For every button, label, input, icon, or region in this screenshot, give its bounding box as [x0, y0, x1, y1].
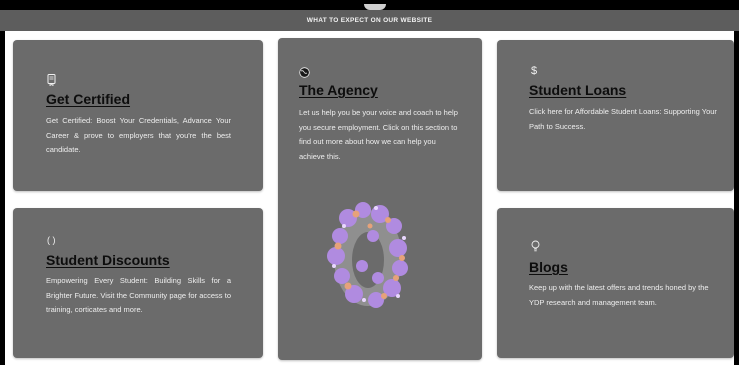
- card-description: Empowering Every Student: Building Skill…: [46, 276, 231, 314]
- dollar-icon: $: [531, 65, 538, 77]
- card-get-certified[interactable]: Get Certified Get Certified: Boost Your …: [13, 40, 263, 191]
- card-description: Click here for Affordable Student Loans:…: [529, 107, 717, 131]
- flower-zero-illustration: [327, 202, 408, 308]
- card-description: Get Certified: Boost Your Credentials, A…: [46, 116, 231, 154]
- discount-icon: ( ): [47, 235, 56, 245]
- card-description: Keep up with the latest offers and trend…: [529, 283, 709, 307]
- card-description: Let us help you be your voice and coach …: [299, 108, 458, 161]
- section-header-title: WHAT TO EXPECT ON OUR WEBSITE: [306, 17, 433, 24]
- globe-icon: [299, 67, 310, 81]
- card-title[interactable]: Get Certified: [46, 91, 130, 107]
- card-title[interactable]: The Agency: [299, 82, 378, 98]
- card-title[interactable]: Blogs: [529, 259, 568, 275]
- card-student-discounts[interactable]: ( ) Student Discounts Empowering Every S…: [13, 208, 263, 358]
- card-title[interactable]: Student Loans: [529, 82, 626, 98]
- top-bar: [0, 0, 739, 10]
- card-student-loans[interactable]: $ Student Loans Click here for Affordabl…: [497, 40, 734, 191]
- card-blogs[interactable]: Blogs Keep up with the latest offers and…: [497, 208, 734, 358]
- card-title[interactable]: Student Discounts: [46, 252, 170, 268]
- section-header: WHAT TO EXPECT ON OUR WEBSITE: [0, 10, 739, 31]
- certificate-icon: [47, 74, 56, 89]
- lightbulb-icon: [531, 240, 540, 255]
- right-edge: [734, 31, 739, 365]
